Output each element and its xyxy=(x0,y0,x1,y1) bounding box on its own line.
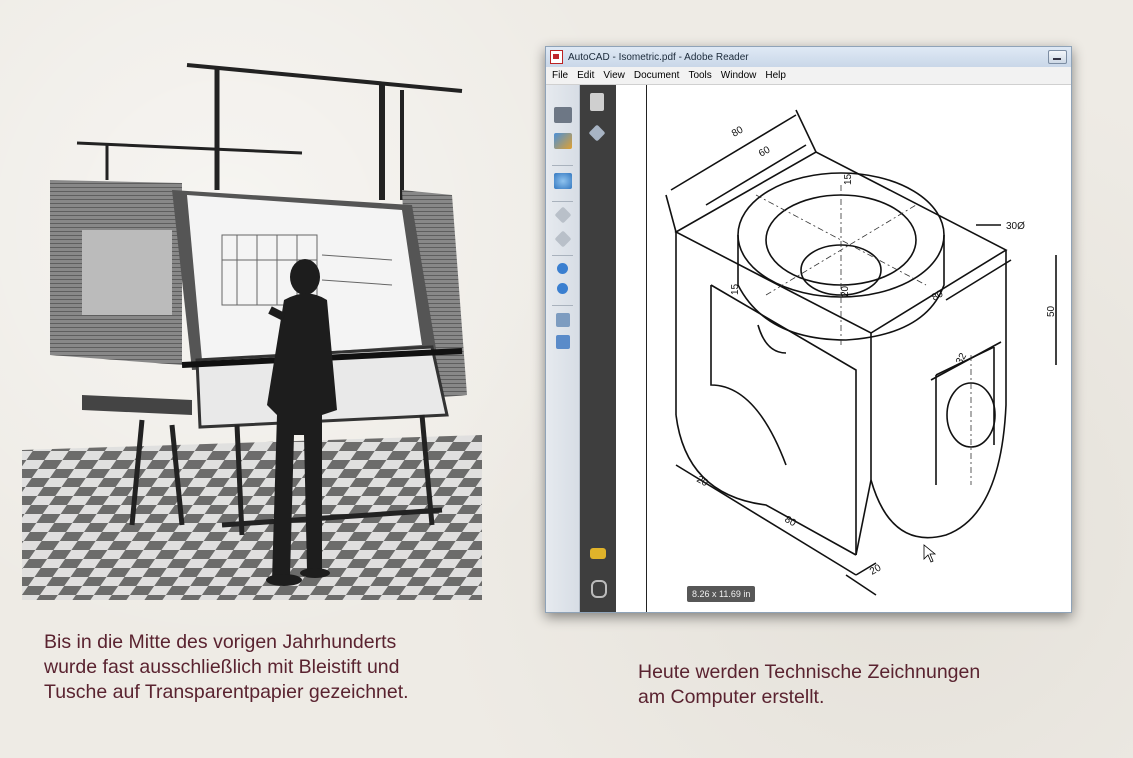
toolbar-separator xyxy=(552,201,573,202)
email-icon[interactable] xyxy=(554,133,572,149)
pdf-file-icon xyxy=(550,50,563,64)
fit-page-icon[interactable] xyxy=(556,313,570,327)
globe-icon[interactable] xyxy=(554,173,572,189)
toolbar-column xyxy=(546,85,580,612)
zoom-out-icon[interactable] xyxy=(557,263,568,274)
dim-60-top: 60 xyxy=(757,144,773,159)
layers-icon[interactable] xyxy=(588,124,606,142)
dim-32: 32 xyxy=(954,351,969,367)
navigation-panel xyxy=(580,85,616,612)
dim-15-top: 15 xyxy=(843,173,854,185)
dim-80-top: 80 xyxy=(730,124,746,139)
menu-file[interactable]: File xyxy=(552,70,568,81)
mouse-cursor-icon xyxy=(923,544,937,563)
caption-right-line-1: Heute werden Technische Zeichnungen xyxy=(638,661,981,683)
toolbar-separator xyxy=(552,165,573,166)
dim-30-diameter: 30Ø xyxy=(1006,221,1025,232)
menu-bar: File Edit View Document Tools Window Hel… xyxy=(546,67,1071,85)
print-icon[interactable] xyxy=(554,107,572,123)
menu-document[interactable]: Document xyxy=(634,70,680,81)
minimize-button[interactable] xyxy=(1048,50,1067,64)
page-size-indicator: 8.26 x 11.69 in xyxy=(687,586,756,602)
fullscreen-icon[interactable] xyxy=(556,335,570,349)
adobe-reader-window: AutoCAD - Isometric.pdf - Adobe Reader F… xyxy=(545,46,1072,613)
caption-right: Heute werden Technische Zeichnungen am C… xyxy=(638,660,1098,710)
menu-edit[interactable]: Edit xyxy=(577,70,594,81)
dim-80-right: 80 xyxy=(930,288,946,303)
dim-20-mid: 20 xyxy=(840,285,851,297)
toolbar-separator xyxy=(552,255,573,256)
dim-20-bottom-left: 20 xyxy=(695,474,711,489)
dim-15-left: 15 xyxy=(730,283,741,295)
menu-tools[interactable]: Tools xyxy=(688,70,711,81)
comments-icon[interactable] xyxy=(590,548,606,559)
pages-icon[interactable] xyxy=(590,93,604,111)
dim-20-bottom-right: 20 xyxy=(868,562,884,577)
attachment-icon[interactable] xyxy=(591,580,607,598)
caption-left-line-3: Tusche auf Transparentpapier gezeichnet. xyxy=(44,681,409,703)
zoom-in-icon[interactable] xyxy=(557,283,568,294)
drafting-table-engraving xyxy=(22,63,482,600)
page-down-icon[interactable] xyxy=(554,230,572,248)
toolbar-separator xyxy=(552,305,573,306)
caption-left-line-1: Bis in die Mitte des vorigen Jahrhundert… xyxy=(44,631,397,653)
menu-view[interactable]: View xyxy=(603,70,625,81)
caption-left-line-2: wurde fast ausschließlich mit Bleistift … xyxy=(44,656,400,678)
caption-left: Bis in die Mitte des vorigen Jahrhundert… xyxy=(44,630,504,705)
window-title: AutoCAD - Isometric.pdf - Adobe Reader xyxy=(568,51,749,63)
page-up-icon[interactable] xyxy=(554,206,572,224)
document-canvas[interactable]: 80 60 15 30Ø 20 80 50 15 32 20 80 20 8.2… xyxy=(616,85,1071,612)
isometric-drawing: 80 60 15 30Ø 20 80 50 15 32 20 80 20 xyxy=(665,109,1057,596)
menu-help[interactable]: Help xyxy=(765,70,786,81)
caption-right-line-2: am Computer erstellt. xyxy=(638,686,825,708)
dim-50: 50 xyxy=(1046,305,1057,317)
title-bar[interactable]: AutoCAD - Isometric.pdf - Adobe Reader xyxy=(546,47,1071,67)
menu-window[interactable]: Window xyxy=(721,70,757,81)
